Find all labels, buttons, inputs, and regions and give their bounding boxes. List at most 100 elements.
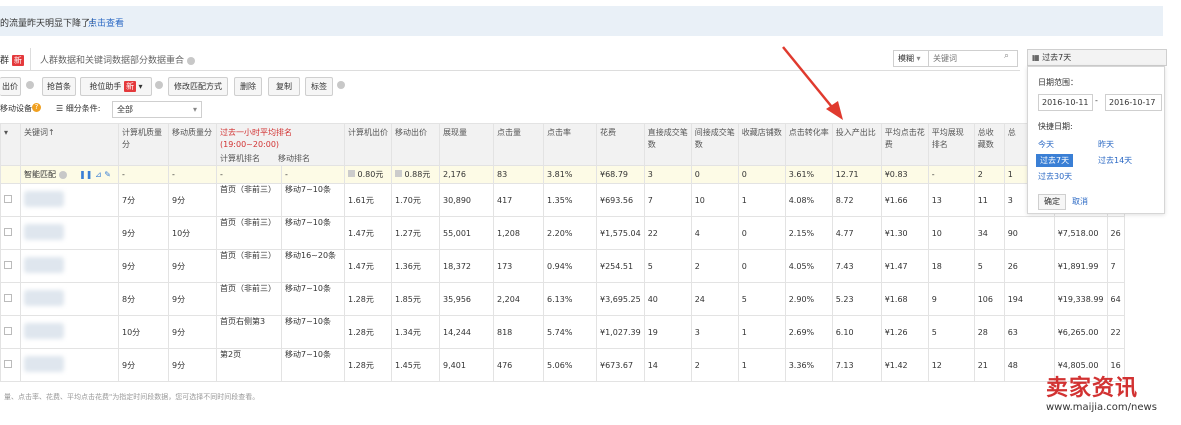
table-cell[interactable]: 1.85元 — [391, 282, 440, 316]
select-all-cell[interactable]: ▾ — [0, 123, 21, 166]
col-m-rank: 移动排名 — [278, 154, 310, 163]
table-cell[interactable]: 1.61元 — [344, 183, 392, 217]
copy-button[interactable]: 复制 — [268, 77, 300, 96]
rank-assistant-button[interactable]: 抢位助手 新 ▾ — [80, 77, 152, 96]
keyword-cell[interactable] — [20, 348, 119, 382]
table-cell: 8.72 — [831, 183, 882, 217]
row-checkbox[interactable] — [0, 216, 21, 250]
help-icon[interactable] — [58, 170, 67, 179]
table-cell[interactable]: 1.47元 — [344, 249, 392, 283]
table-cell: 34 — [973, 216, 1005, 250]
col-keyword[interactable]: 关键词↑ — [20, 123, 119, 166]
search-mode-select[interactable]: 模糊 ▾ — [893, 50, 929, 67]
keyword-cell[interactable] — [20, 183, 119, 217]
table-cell[interactable]: 1.27元 — [391, 216, 440, 250]
table-cell: 1 — [737, 315, 786, 349]
start-date-input[interactable]: 2016-10-11 — [1038, 94, 1093, 111]
table-row[interactable]: 7分 9分 首页（非前三） 移动7~10条 1.61元 1.70元 30,890 417 1.3… — [0, 183, 1125, 217]
notice-link[interactable]: 点击查看 — [88, 16, 124, 29]
edit-icon[interactable]: ✎ — [104, 170, 111, 179]
summary-pc-bid[interactable]: 0.80元 — [358, 170, 384, 179]
quick-today[interactable]: 今天 — [1038, 139, 1054, 150]
col-m-bid[interactable]: 移动出价 — [391, 123, 440, 166]
col-roi[interactable]: 投入产出比 — [831, 123, 882, 166]
summary-check — [0, 165, 21, 184]
table-cell[interactable]: 1.70元 — [391, 183, 440, 217]
quick-14days[interactable]: 过去14天 — [1098, 155, 1132, 166]
col-fav-total[interactable]: 总收藏数 — [973, 123, 1005, 166]
search-icon[interactable]: ⌕ — [1004, 51, 1009, 61]
row-checkbox[interactable] — [0, 249, 21, 283]
chart-icon[interactable]: ⊿ — [95, 170, 102, 179]
end-date-input[interactable]: 2016-10-17 — [1105, 94, 1162, 111]
help-icon[interactable] — [155, 81, 163, 89]
table-row[interactable]: 9分 9分 第2页 移动7~10条 1.28元 1.45元 9,401 476 5.06% ¥67… — [0, 348, 1125, 382]
summary-m-bid[interactable]: 0.88元 — [405, 170, 431, 179]
filter-label-text: 细分条件: — [65, 104, 101, 113]
col-clicks[interactable]: 点击量 — [493, 123, 544, 166]
col-fav-shop[interactable]: 收藏店铺数 — [737, 123, 786, 166]
col-indirect[interactable]: 间接成交笔数 — [690, 123, 739, 166]
col-pc-quality[interactable]: 计算机质量分 — [118, 123, 169, 166]
table-row[interactable]: 8分 9分 首页（非前三） 移动7~10条 1.28元 1.85元 35,956 2,204 6… — [0, 282, 1125, 316]
row-checkbox[interactable] — [0, 348, 21, 382]
device-select[interactable]: 移动设备 ? — [0, 103, 41, 114]
col-rank[interactable]: 过去一小时平均排名(19:00~20:00) 计算机排名 移动排名 — [216, 123, 345, 166]
table-cell[interactable]: 1.36元 — [391, 249, 440, 283]
tag-button[interactable]: 标签 — [305, 77, 333, 96]
tab-crowd[interactable]: 群 新 — [0, 53, 24, 66]
keyword-cell[interactable] — [20, 216, 119, 250]
col-ctr[interactable]: 点击率 — [543, 123, 597, 166]
col-pc-bid[interactable]: 计算机出价 — [344, 123, 392, 166]
col-m-quality[interactable]: 移动质量分 — [168, 123, 217, 166]
help-icon[interactable] — [337, 81, 345, 89]
new-badge: 新 — [11, 55, 24, 66]
notice-text: 的流量昨天明显下降了！ — [0, 19, 100, 29]
confirm-button[interactable]: 确定 — [1038, 194, 1066, 210]
col-cpc[interactable]: 平均点击花费 — [880, 123, 929, 166]
row-checkbox[interactable] — [0, 282, 21, 316]
cancel-button[interactable]: 取消 — [1072, 196, 1088, 207]
row-checkbox[interactable] — [0, 183, 21, 217]
table-cell: 移动7~10条 — [281, 216, 345, 250]
date-range-button[interactable]: ▦ 过去7天 — [1027, 49, 1167, 66]
keyword-cell[interactable] — [20, 282, 119, 316]
question-icon[interactable]: ? — [32, 103, 41, 112]
delete-button[interactable]: 删除 — [234, 77, 262, 96]
keyword-table: ▾ 关键词↑ 计算机质量分 移动质量分 过去一小时平均排名(19:00~20:0… — [0, 123, 1125, 382]
table-cell: 1 — [737, 183, 786, 217]
table-cell[interactable]: 1.28元 — [344, 282, 392, 316]
table-cell: 首页（非前三） — [216, 216, 282, 250]
col-impr[interactable]: 展现量 — [439, 123, 494, 166]
table-row[interactable]: 9分 10分 首页（非前三） 移动7~10条 1.47元 1.27元 55,001 1,208… — [0, 216, 1125, 250]
table-cell: 5.06% — [543, 348, 597, 382]
arrow-head — [826, 101, 843, 120]
filter-select[interactable]: 全部 ▾ — [112, 101, 202, 118]
table-cell[interactable]: 1.28元 — [344, 315, 392, 349]
change-match-button[interactable]: 修改匹配方式 — [168, 77, 228, 96]
table-cell[interactable]: 1.47元 — [344, 216, 392, 250]
col-direct[interactable]: 直接成交笔数 — [643, 123, 692, 166]
grab-first-button[interactable]: 抢首条 — [42, 77, 76, 96]
help-icon[interactable] — [26, 81, 34, 89]
table-cell[interactable]: 1.34元 — [391, 315, 440, 349]
col-avg-rank[interactable]: 平均展现排名 — [927, 123, 975, 166]
rank-assistant-label: 抢位助手 — [89, 82, 122, 91]
help-icon[interactable] — [186, 56, 195, 65]
bid-button[interactable]: 出价 — [0, 77, 21, 96]
table-cell[interactable]: 1.28元 — [344, 348, 392, 382]
col-cost[interactable]: 花费 — [596, 123, 645, 166]
table-cell[interactable]: 1.45元 — [391, 348, 440, 382]
row-checkbox[interactable] — [0, 315, 21, 349]
table-cell: 移动7~10条 — [281, 183, 345, 217]
keyword-cell[interactable] — [20, 315, 119, 349]
table-cell: 90 — [1003, 216, 1055, 250]
table-row[interactable]: 10分 9分 首页右侧第3 移动7~10条 1.28元 1.34元 14,244 818 5.7… — [0, 315, 1125, 349]
quick-30days[interactable]: 过去30天 — [1038, 171, 1072, 182]
pause-icon[interactable]: ❚❚ — [79, 170, 92, 179]
keyword-cell[interactable] — [20, 249, 119, 283]
col-cvr[interactable]: 点击转化率 — [784, 123, 833, 166]
table-row[interactable]: 9分 9分 首页（非前三） 移动16~20条 1.47元 1.36元 18,372 173 0.… — [0, 249, 1125, 283]
quick-7days[interactable]: 过去7天 — [1036, 154, 1074, 167]
quick-yesterday[interactable]: 昨天 — [1098, 139, 1114, 150]
